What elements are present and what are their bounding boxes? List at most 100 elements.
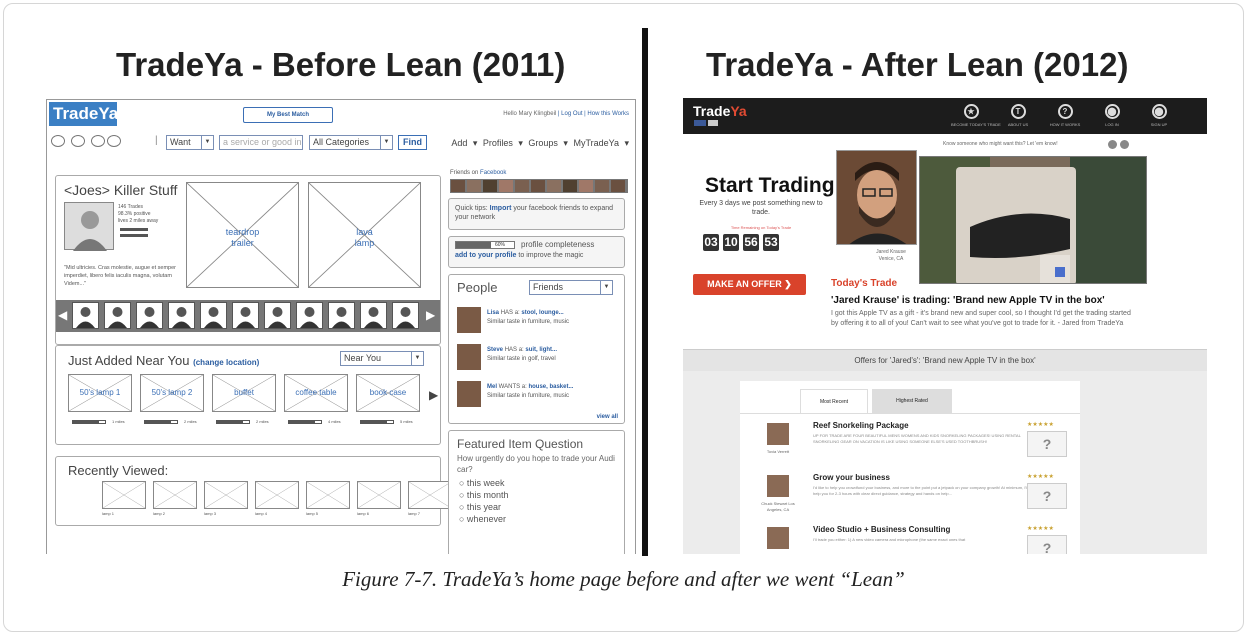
- search-row: | Want ▼ a service or good in All Categor…: [51, 133, 633, 151]
- near-item[interactable]: coffee table: [284, 374, 348, 412]
- recent-item-label: lamp 5: [306, 511, 319, 516]
- user-avatar[interactable]: [168, 302, 195, 329]
- friend-thumb[interactable]: [515, 180, 529, 192]
- offer-avatar[interactable]: [767, 423, 789, 445]
- share-icon-2[interactable]: [1120, 140, 1129, 149]
- near-item[interactable]: book case: [356, 374, 420, 412]
- friend-thumb[interactable]: [451, 180, 465, 192]
- user-avatar[interactable]: [360, 302, 387, 329]
- add-profile-link[interactable]: add to your profile: [455, 252, 516, 259]
- group-icon[interactable]: [91, 135, 105, 147]
- tradeya-logo[interactable]: TradeYa: [49, 102, 118, 126]
- user-avatar[interactable]: [328, 302, 355, 329]
- offer-title[interactable]: Video Studio + Business Consulting: [813, 525, 950, 534]
- user-icon: ⬤: [1151, 104, 1167, 119]
- distance-label: 2 miles: [256, 419, 269, 424]
- search-input[interactable]: a service or good in: [219, 135, 303, 150]
- user-avatar[interactable]: [232, 302, 259, 329]
- how-works-link[interactable]: How this Works: [587, 111, 629, 117]
- carousel-next-icon[interactable]: ▶: [426, 308, 435, 322]
- tab-most-recent[interactable]: Most Recent: [800, 389, 868, 413]
- category-select[interactable]: All Categories ▼: [309, 135, 393, 150]
- question-option[interactable]: ○ this week: [459, 477, 508, 489]
- recent-item[interactable]: [153, 481, 197, 509]
- friend-thumb[interactable]: [531, 180, 545, 192]
- nav-item[interactable]: T ABOUT US: [998, 104, 1038, 127]
- share-icon[interactable]: [1108, 140, 1117, 149]
- item-teardrop[interactable]: teardrop trailer: [186, 182, 299, 288]
- import-link[interactable]: Import: [490, 205, 512, 212]
- group-icon-2[interactable]: [107, 135, 121, 147]
- share-prompt: Know someone who might want this? Let 'e…: [943, 141, 1058, 147]
- nav-item[interactable]: ★ BECOME TODAY'S TRADE: [951, 104, 1001, 127]
- friend-thumb[interactable]: [483, 180, 497, 192]
- facebook-link[interactable]: Facebook: [480, 170, 506, 176]
- near-item[interactable]: 50's lamp 1: [68, 374, 132, 412]
- friend-thumb[interactable]: [563, 180, 577, 192]
- item-photo[interactable]: [919, 156, 1147, 284]
- make-offer-button[interactable]: MAKE AN OFFER ❯: [693, 274, 806, 295]
- person-avatar[interactable]: [457, 381, 481, 407]
- logout-link[interactable]: Log Out: [561, 111, 582, 117]
- facebook-friends-strip[interactable]: [450, 179, 628, 193]
- trade-icon[interactable]: [51, 135, 65, 147]
- recent-item[interactable]: [204, 481, 248, 509]
- friend-thumb[interactable]: [499, 180, 513, 192]
- people-filter-select[interactable]: Friends ▼: [529, 280, 613, 295]
- question-option[interactable]: ○ whenever: [459, 513, 508, 525]
- people-icon[interactable]: [71, 135, 85, 147]
- person-avatar[interactable]: [457, 344, 481, 370]
- offer-desc: I'd like to help you crowdfund your busi…: [813, 485, 1028, 496]
- user-avatar[interactable]: [296, 302, 323, 329]
- main-menu[interactable]: Add ▾ Profiles ▾ Groups ▾ MyTradeYa ▾: [451, 138, 629, 149]
- change-location-link[interactable]: (change location): [193, 358, 259, 367]
- best-match-button[interactable]: My Best Match: [243, 107, 333, 123]
- question-box[interactable]: ?: [1027, 483, 1067, 509]
- user-avatar[interactable]: [136, 302, 163, 329]
- question-option[interactable]: ○ this month: [459, 489, 508, 501]
- recent-item[interactable]: [357, 481, 401, 509]
- recent-item[interactable]: [255, 481, 299, 509]
- want-select[interactable]: Want ▼: [166, 135, 214, 150]
- user-avatar[interactable]: [264, 302, 291, 329]
- near-item[interactable]: buffet: [212, 374, 276, 412]
- nav-item[interactable]: ? HOW IT WORKS: [1045, 104, 1085, 127]
- question-box[interactable]: ?: [1027, 535, 1067, 554]
- find-button[interactable]: Find: [398, 135, 427, 150]
- friend-thumb[interactable]: [595, 180, 609, 192]
- recent-item[interactable]: [408, 481, 452, 509]
- near-you-select[interactable]: Near You ▼: [340, 351, 424, 366]
- next-arrow-icon[interactable]: ▶: [429, 388, 438, 402]
- help-icon: ?: [1057, 104, 1073, 119]
- offer-avatar[interactable]: [767, 527, 789, 549]
- nav-item[interactable]: ⬤ SIGN UP: [1139, 104, 1179, 127]
- recent-item-label: lamp 7: [408, 511, 421, 516]
- carousel-prev-icon[interactable]: ◀: [58, 308, 67, 322]
- view-all-link[interactable]: view all: [597, 414, 618, 420]
- chevron-down-icon: ▼: [411, 352, 423, 365]
- question-option[interactable]: ○ this year: [459, 501, 508, 513]
- tradeya-logo[interactable]: TradeYa: [693, 103, 747, 119]
- user-avatar[interactable]: [392, 302, 419, 329]
- friend-thumb[interactable]: [611, 180, 625, 192]
- person-avatar[interactable]: [457, 307, 481, 333]
- near-item[interactable]: 50's lamp 2: [140, 374, 204, 412]
- quick-tips-box: Quick tips: Import your facebook friends…: [448, 198, 625, 230]
- friend-thumb[interactable]: [547, 180, 561, 192]
- tab-highest-rated[interactable]: Highest Rated: [872, 389, 952, 413]
- nav-item[interactable]: ⬤ LOG IN: [1092, 104, 1132, 127]
- star-icon: ★: [963, 104, 979, 119]
- user-avatar[interactable]: [72, 302, 99, 329]
- question-box[interactable]: ?: [1027, 431, 1067, 457]
- offer-avatar[interactable]: [767, 475, 789, 497]
- friend-thumb[interactable]: [467, 180, 481, 192]
- offer-title[interactable]: Grow your business: [813, 473, 890, 482]
- friend-thumb[interactable]: [579, 180, 593, 192]
- item-lava-lamp[interactable]: lava lamp: [308, 182, 421, 288]
- recent-item[interactable]: [306, 481, 350, 509]
- profile-stats: 146 Trades 98.3% positive lives 2 miles …: [118, 204, 159, 224]
- user-avatar[interactable]: [104, 302, 131, 329]
- recent-item[interactable]: [102, 481, 146, 509]
- offer-title[interactable]: Reef Snorkeling Package: [813, 421, 909, 430]
- user-avatar[interactable]: [200, 302, 227, 329]
